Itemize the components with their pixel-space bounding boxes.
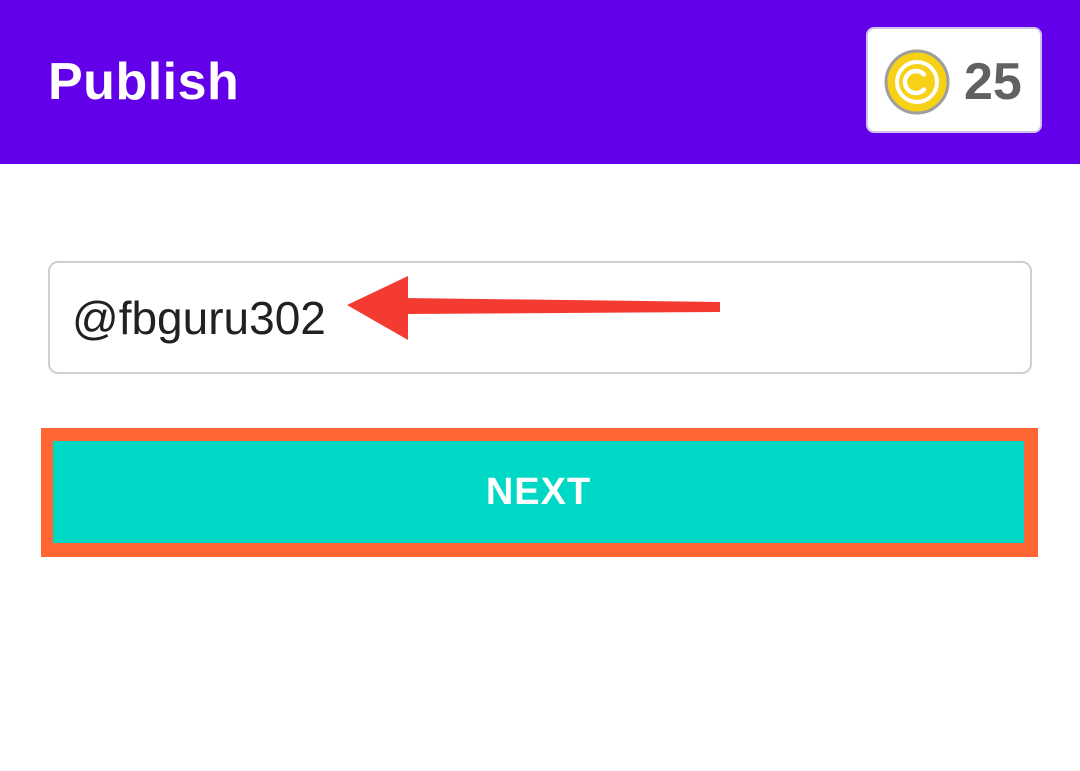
next-button-label: NEXT (485, 470, 592, 513)
app-bar: Publish 25 (0, 0, 1080, 164)
publish-screen: Publish 25 @fbguru302 NEXT (0, 0, 1080, 771)
page-title: Publish (48, 53, 240, 111)
coin-count: 25 (964, 53, 1022, 111)
coin-icon (884, 49, 950, 115)
next-button[interactable]: NEXT (53, 441, 1024, 543)
annotation-arrow (347, 276, 720, 340)
coin-balance-badge[interactable]: 25 (866, 27, 1042, 133)
username-value: @fbguru302 (72, 292, 326, 344)
